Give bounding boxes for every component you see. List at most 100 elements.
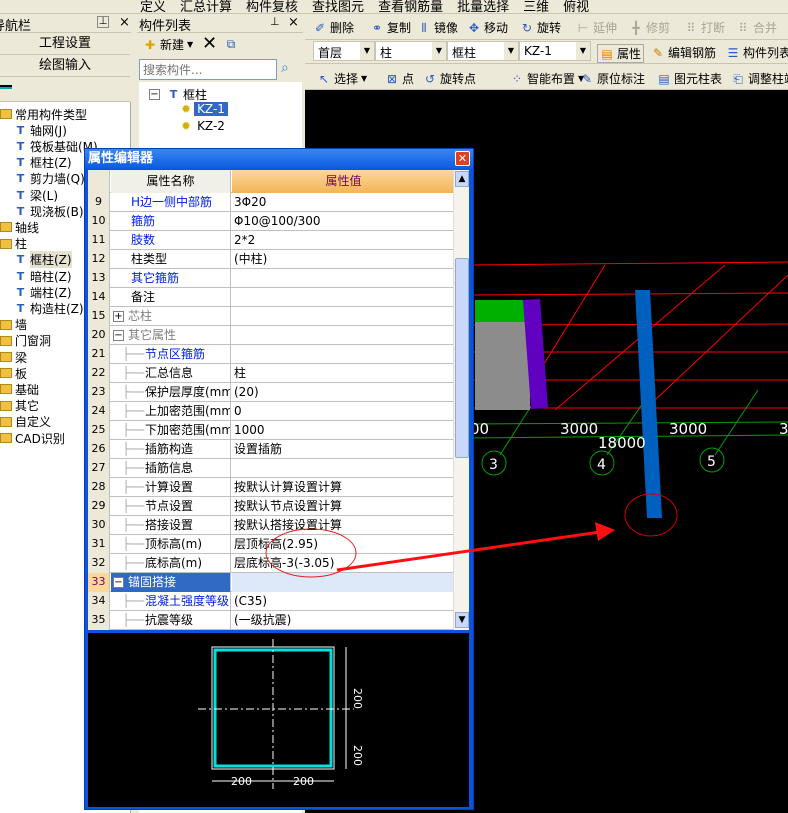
- nav-tree-item[interactable]: CAD识别: [0, 430, 65, 446]
- edit-toolbar-button[interactable]: ⊢ 延伸: [576, 19, 617, 36]
- property-row[interactable]: 22 ├──汇总信息柱: [88, 364, 453, 383]
- property-value[interactable]: (C35): [232, 592, 453, 611]
- property-row[interactable]: 31 ├──顶标高(m) 层顶标高(2.95): [88, 535, 453, 554]
- property-value[interactable]: 按默认节点设置计算: [232, 497, 453, 516]
- property-value[interactable]: [232, 345, 453, 364]
- draw-toolbar-button[interactable]: ↖ 选择 ▼: [317, 70, 367, 87]
- nav-tree-item[interactable]: T 构造柱(Z): [14, 300, 84, 316]
- edit-toolbar-button[interactable]: ✐ 删除: [313, 19, 354, 36]
- property-value[interactable]: 层顶标高(2.95): [232, 535, 453, 554]
- close-icon[interactable]: ×: [119, 15, 130, 30]
- edit-toolbar-button[interactable]: ⠿ 合并: [736, 19, 777, 36]
- property-row[interactable]: 14 备注: [88, 288, 453, 307]
- property-row[interactable]: 9 H边一侧中部筋 3Φ20: [88, 193, 453, 212]
- property-row[interactable]: 33− 锚固搭接: [88, 573, 453, 592]
- component-item-kz2[interactable]: ✹ KZ-2: [181, 118, 228, 134]
- property-value[interactable]: (20): [232, 383, 453, 402]
- nav-tree-item[interactable]: T 框柱(Z): [14, 251, 72, 269]
- draw-toolbar-button[interactable]: ▤ 图元柱表: [657, 70, 722, 87]
- property-row[interactable]: 20− 其它属性: [88, 326, 453, 345]
- nav-tree-item[interactable]: T 现浇板(B): [14, 203, 84, 219]
- draw-toolbar-button[interactable]: ⊠ 点: [385, 70, 414, 87]
- edit-toolbar-button[interactable]: ⠿ 打断: [684, 19, 725, 36]
- scroll-thumb[interactable]: [455, 258, 469, 458]
- search-icon[interactable]: ⌕: [281, 60, 299, 78]
- nav-tree-item[interactable]: T 框柱(Z): [14, 155, 72, 171]
- edit-toolbar-button[interactable]: ╋ 修剪: [629, 19, 670, 36]
- pin-icon[interactable]: ⊥: [97, 16, 109, 28]
- property-row[interactable]: 29 ├──节点设置 按默认节点设置计算: [88, 497, 453, 516]
- scroll-down-button[interactable]: ▼: [455, 612, 469, 628]
- property-row[interactable]: 23 ├──保护层厚度(mm) (20): [88, 383, 453, 402]
- expand-toggle[interactable]: −: [113, 577, 124, 588]
- edit-toolbar-button[interactable]: ⫴ 镜像: [417, 19, 458, 36]
- property-row[interactable]: 12 柱类型 (中柱): [88, 250, 453, 269]
- property-row[interactable]: 34 ├──混凝土强度等级 (C35): [88, 592, 453, 611]
- edit-toolbar-button[interactable]: ↻ 旋转: [520, 19, 561, 36]
- collapse-icon[interactable]: [0, 85, 12, 89]
- nav-tree-item[interactable]: T 剪力墙(Q): [14, 171, 85, 187]
- vertical-scrollbar[interactable]: ▲ ▼: [453, 170, 469, 630]
- component-list-button[interactable]: ☰ 构件列表: [726, 44, 788, 61]
- component-select[interactable]: KZ-1 ▼: [519, 41, 591, 61]
- property-value[interactable]: 层底标高-3(-3.05): [232, 554, 453, 573]
- edit-toolbar-button[interactable]: ✥ 移动: [467, 19, 508, 36]
- property-row[interactable]: 35 ├──抗震等级 (一级抗震): [88, 611, 453, 630]
- nav-tree-item[interactable]: 基础: [0, 381, 39, 397]
- property-row[interactable]: 25 ├──下加密范围(mm) 1000: [88, 421, 453, 440]
- draw-toolbar-button[interactable]: ↺ 旋转点: [423, 70, 476, 87]
- nav-tree-item[interactable]: T 轴网(J): [14, 122, 67, 138]
- property-row[interactable]: 15 + 芯柱: [88, 307, 453, 326]
- project-settings-button[interactable]: 工程设置: [0, 33, 130, 55]
- property-value[interactable]: 柱: [232, 364, 453, 383]
- search-component-input[interactable]: [139, 59, 277, 80]
- property-row[interactable]: 10 箍筋 Φ10@100/300: [88, 212, 453, 231]
- property-row[interactable]: 21 ├──节点区箍筋: [88, 345, 453, 364]
- nav-tree-item[interactable]: T 梁(L): [14, 187, 58, 203]
- delete-button[interactable]: ✕: [202, 33, 217, 54]
- property-value[interactable]: (中柱): [232, 250, 453, 269]
- property-value[interactable]: 按默认计算设置计算: [232, 478, 453, 497]
- property-row[interactable]: 11 肢数 2*2: [88, 231, 453, 250]
- property-value[interactable]: [232, 269, 453, 288]
- property-row[interactable]: 24 ├──上加密范围(mm) 0: [88, 402, 453, 421]
- property-row[interactable]: 30 ├──搭接设置 按默认搭接设置计算: [88, 516, 453, 535]
- nav-tree-item[interactable]: 自定义: [0, 414, 51, 430]
- nav-tree-item[interactable]: 柱: [0, 236, 27, 252]
- property-value[interactable]: [232, 307, 453, 326]
- nav-tree-item[interactable]: 常用构件类型: [0, 106, 87, 122]
- component-item-kz1[interactable]: ✹ KZ-1: [181, 101, 228, 117]
- close-icon[interactable]: ×: [288, 15, 299, 30]
- property-row[interactable]: 28 ├──计算设置 按默认计算设置计算: [88, 478, 453, 497]
- subtype-select[interactable]: 框柱 ▼: [447, 41, 519, 61]
- property-row[interactable]: 32 ├──底标高(m) 层底标高-3(-3.05): [88, 554, 453, 573]
- top-toolbar-item[interactable]: 俯视: [563, 0, 589, 13]
- nav-tree-item[interactable]: 其它: [0, 398, 39, 414]
- property-value[interactable]: 3Φ20: [232, 193, 453, 212]
- property-row[interactable]: 26 ├──插筋构造 设置插筋: [88, 440, 453, 459]
- top-toolbar-item[interactable]: 构件复核: [246, 0, 298, 13]
- property-value[interactable]: 按默认搭接设置计算: [232, 516, 453, 535]
- top-toolbar-item[interactable]: 汇总计算: [180, 0, 232, 13]
- nav-tree-item[interactable]: 轴线: [0, 219, 39, 235]
- top-toolbar-item[interactable]: 查找图元: [312, 0, 364, 13]
- edit-toolbar-button[interactable]: ⚭ 复制: [370, 19, 411, 36]
- property-value[interactable]: 0: [232, 402, 453, 421]
- copy-button[interactable]: ⧉: [224, 37, 238, 51]
- property-value[interactable]: 设置插筋: [232, 440, 453, 459]
- property-value[interactable]: [232, 573, 453, 592]
- property-row[interactable]: 13 其它箍筋: [88, 269, 453, 288]
- property-value[interactable]: Φ10@100/300: [232, 212, 453, 231]
- top-toolbar-item[interactable]: 查看钢筋量: [378, 0, 443, 13]
- nav-tree-item[interactable]: 板: [0, 365, 27, 381]
- top-toolbar-item[interactable]: 定义: [140, 0, 166, 13]
- floor-select[interactable]: 首层 ▼: [313, 41, 375, 61]
- top-toolbar-item[interactable]: 批量选择: [457, 0, 509, 13]
- nav-tree-item[interactable]: 门窗洞: [0, 333, 51, 349]
- pin-icon[interactable]: ⊥: [270, 15, 280, 28]
- nav-tree-item[interactable]: 梁: [0, 349, 27, 365]
- tree-root-column[interactable]: − T 框柱: [147, 86, 207, 102]
- property-row[interactable]: 27 ├──插筋信息: [88, 459, 453, 478]
- property-value[interactable]: [232, 288, 453, 307]
- edit-rebar-button[interactable]: ✎ 编辑钢筋: [651, 44, 716, 61]
